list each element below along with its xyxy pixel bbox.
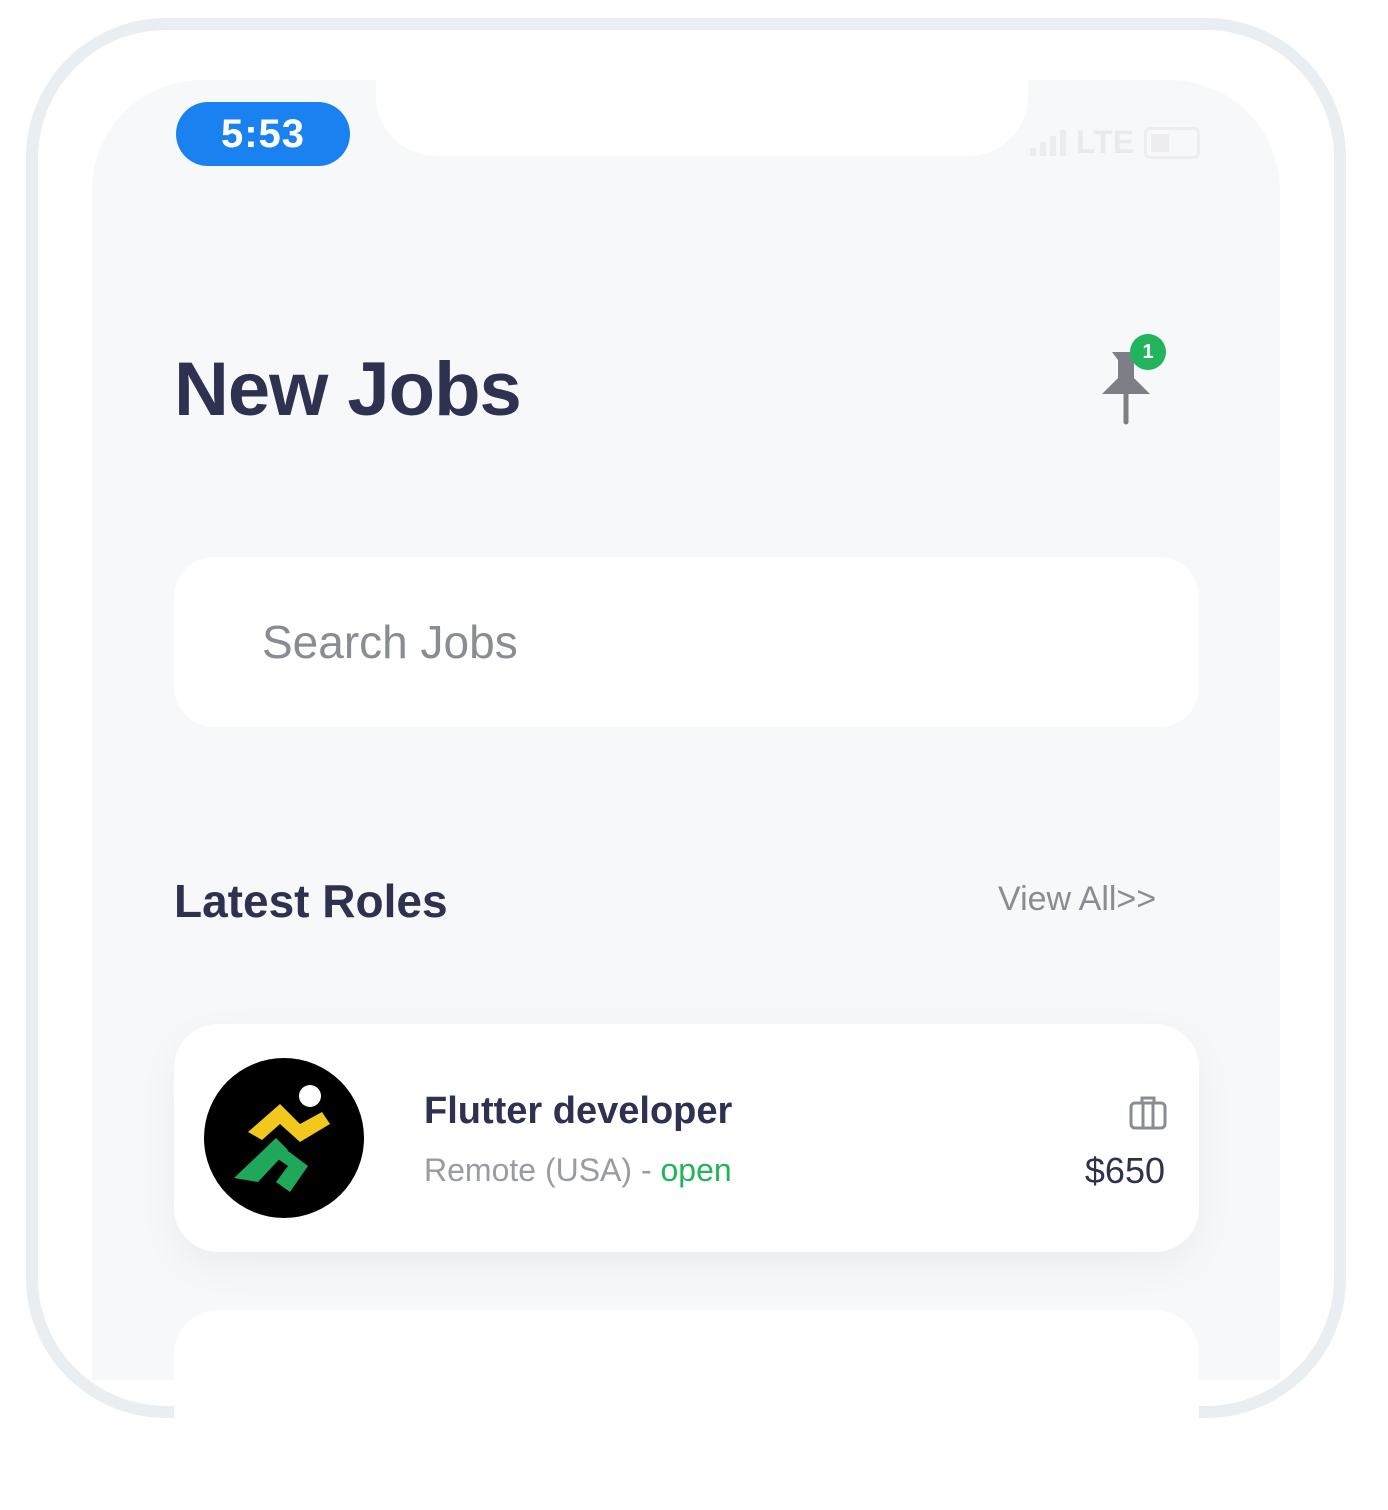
job-meta: Remote (USA) - open [424,1152,732,1189]
job-card[interactable]: Flutter developer Remote (USA) - open $6… [174,1024,1199,1252]
job-location: Remote (USA) [424,1152,633,1188]
battery-icon [1144,126,1201,159]
job-card[interactable] [174,1310,1199,1510]
job-salary: $650 [1084,1150,1165,1191]
search-input[interactable] [260,614,1199,670]
signal-icon [1030,129,1066,156]
notification-badge: 1 [1130,334,1166,370]
job-title: Flutter developer [424,1090,733,1132]
status-time: 5:53 [176,102,350,166]
page-title: New Jobs [174,347,522,432]
section-title: Latest Roles [174,875,448,927]
pinned-jobs-button[interactable]: 1 [1098,334,1170,426]
job-meta-separator: - [632,1152,661,1188]
job-status: open [660,1152,732,1188]
briefcase-icon [1129,1096,1167,1130]
view-all-link[interactable]: View All>> [998,880,1156,919]
phone-notch [376,60,1028,156]
search-bar[interactable] [174,557,1199,727]
company-logo [204,1058,364,1218]
status-indicators: LTE [1030,124,1201,161]
runner-logo-icon [234,1085,330,1192]
network-label: LTE [1076,124,1135,160]
